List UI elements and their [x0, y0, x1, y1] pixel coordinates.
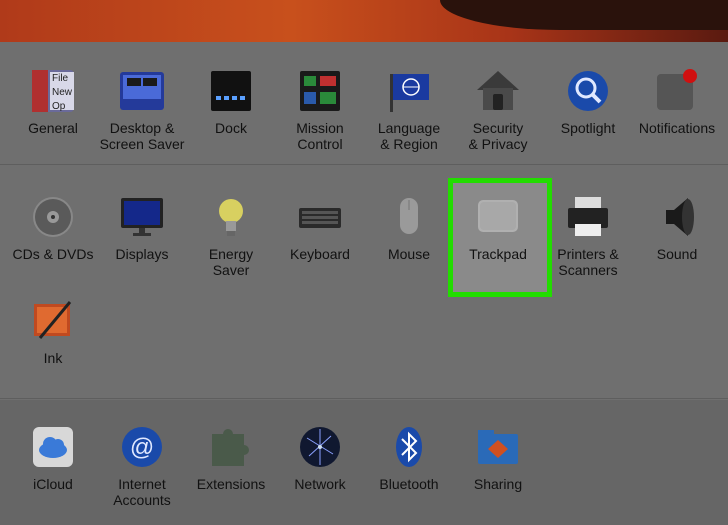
pane-notifications[interactable]: Notifications	[631, 68, 723, 136]
pane-cds-dvds[interactable]: CDs & DVDs	[7, 194, 99, 262]
general-icon: File New Op	[30, 68, 76, 114]
pane-spotlight[interactable]: Spotlight	[542, 68, 634, 136]
pane-label: iCloud	[33, 476, 73, 492]
pane-label: Energy Saver	[208, 246, 254, 278]
pane-mission-control[interactable]: Mission Control	[274, 68, 366, 152]
pane-label: Language & Region	[377, 120, 441, 152]
pane-internet-accounts[interactable]: @ Internet Accounts	[96, 424, 188, 508]
pane-label: Sound	[656, 246, 698, 262]
pane-icloud[interactable]: iCloud	[7, 424, 99, 492]
pane-sound[interactable]: Sound	[631, 194, 723, 262]
pane-label: Sharing	[473, 476, 523, 492]
pane-label: CDs & DVDs	[12, 246, 94, 262]
general-icon-new-text: New	[52, 87, 73, 98]
pane-general[interactable]: File New Op General	[7, 68, 99, 136]
pane-label: Spotlight	[560, 120, 616, 136]
pane-network[interactable]: Network	[274, 424, 366, 492]
internet-accounts-icon: @	[119, 424, 165, 470]
sound-icon	[654, 194, 700, 240]
pane-label: Extensions	[196, 476, 266, 492]
pane-label: Notifications	[638, 120, 716, 136]
icloud-icon	[30, 424, 76, 470]
keyboard-icon	[297, 194, 343, 240]
pane-label: Network	[294, 476, 346, 492]
pane-label: Keyboard	[290, 246, 350, 262]
pane-keyboard[interactable]: Keyboard	[274, 194, 366, 262]
pane-printers-scanners[interactable]: Printers & Scanners	[542, 194, 634, 278]
cd-dvd-icon	[30, 194, 76, 240]
pane-language-region[interactable]: Language & Region	[363, 68, 455, 152]
energy-saver-icon	[208, 194, 254, 240]
dock-icon	[208, 68, 254, 114]
pane-trackpad[interactable]: Trackpad	[452, 194, 544, 262]
pane-label: Security & Privacy	[468, 120, 528, 152]
svg-text:@: @	[130, 434, 154, 461]
notifications-icon	[654, 68, 700, 114]
language-region-icon	[386, 68, 432, 114]
extensions-icon	[208, 424, 254, 470]
ink-icon	[30, 298, 76, 344]
mission-control-icon	[297, 68, 343, 114]
pane-label: Desktop & Screen Saver	[99, 120, 185, 152]
pane-ink[interactable]: Ink	[7, 298, 99, 366]
pane-label: Ink	[43, 350, 63, 366]
pane-mouse[interactable]: Mouse	[363, 194, 455, 262]
pane-label: General	[28, 120, 78, 136]
pane-label: Dock	[215, 120, 247, 136]
pane-bluetooth[interactable]: Bluetooth	[363, 424, 455, 492]
wallpaper-mountain	[440, 0, 728, 30]
desktop-wallpaper	[0, 0, 728, 42]
pane-security-privacy[interactable]: Security & Privacy	[452, 68, 544, 152]
general-icon-open-text: Op	[52, 101, 66, 112]
network-icon	[297, 424, 343, 470]
bluetooth-icon	[386, 424, 432, 470]
section-divider	[0, 164, 728, 165]
security-privacy-icon	[475, 68, 521, 114]
trackpad-icon	[475, 194, 521, 240]
pane-label: Internet Accounts	[113, 476, 171, 508]
pane-sharing[interactable]: Sharing	[452, 424, 544, 492]
pane-dock[interactable]: Dock	[185, 68, 277, 136]
pane-label: Displays	[115, 246, 169, 262]
pane-displays[interactable]: Displays	[96, 194, 188, 262]
section-divider	[0, 398, 728, 399]
displays-icon	[119, 194, 165, 240]
pane-desktop-screen-saver[interactable]: Desktop & Screen Saver	[96, 68, 188, 152]
sharing-icon	[475, 424, 521, 470]
spotlight-icon	[565, 68, 611, 114]
pane-label: Bluetooth	[379, 476, 439, 492]
pane-label: Mission Control	[296, 120, 344, 152]
pane-extensions[interactable]: Extensions	[185, 424, 277, 492]
general-icon-file-text: File	[52, 73, 69, 84]
pane-label: Trackpad	[469, 246, 527, 262]
pane-energy-saver[interactable]: Energy Saver	[185, 194, 277, 278]
pane-label: Printers & Scanners	[557, 246, 619, 278]
pane-label: Mouse	[387, 246, 431, 262]
mouse-icon	[386, 194, 432, 240]
printer-icon	[565, 194, 611, 240]
desktop-screensaver-icon	[119, 68, 165, 114]
